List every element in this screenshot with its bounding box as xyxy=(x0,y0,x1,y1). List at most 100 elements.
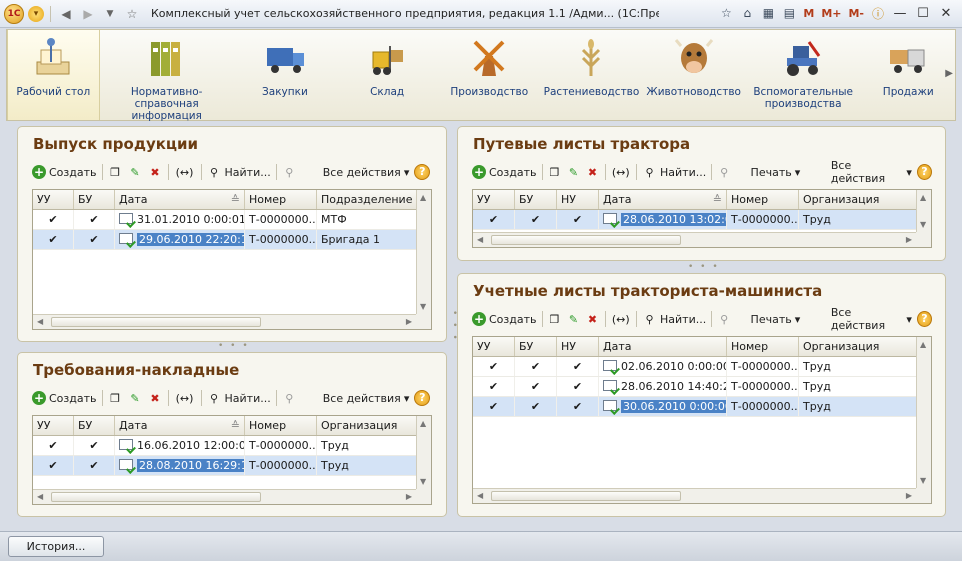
link-button[interactable]: (↔) xyxy=(610,312,631,327)
all-actions-button[interactable]: Все действия ▾ xyxy=(323,392,410,405)
help-icon[interactable]: ? xyxy=(414,390,431,406)
table-row[interactable]: ✔ ✔ 28.08.2010 16:29:11 Т-0000000... Тру… xyxy=(33,456,431,476)
horizontal-scrollbar[interactable]: ◀ ▶ xyxy=(33,314,416,329)
app-logo-icon[interactable]: 1С xyxy=(4,3,24,24)
cancel-search-icon[interactable]: ⚲ xyxy=(282,391,297,406)
column-header[interactable]: НУ xyxy=(557,190,599,209)
vertical-scrollbar[interactable]: ▲ ▼ xyxy=(416,190,431,314)
copy-icon[interactable]: ❐ xyxy=(108,165,123,180)
info-icon[interactable]: ⓘ xyxy=(869,4,887,22)
section-sales[interactable]: Продажи xyxy=(862,30,955,120)
column-header[interactable]: УУ xyxy=(473,337,515,356)
sections-scroll-right-icon[interactable]: ▶ xyxy=(945,68,953,79)
section-reference-info[interactable]: Нормативно-справочная информация xyxy=(100,30,234,122)
column-header[interactable]: Дата ≙ xyxy=(115,190,245,209)
column-header[interactable]: Номер xyxy=(245,416,317,435)
main-menu-icon[interactable]: ▾ xyxy=(28,5,44,22)
forward-arrow-icon[interactable]: ▶ xyxy=(79,5,97,23)
memory-m-button[interactable]: M xyxy=(801,7,816,20)
link-button[interactable]: (↔) xyxy=(174,391,196,406)
close-button[interactable]: ✕ xyxy=(936,4,956,22)
requisitions-table[interactable]: УУ БУ Дата ≙ Номер Организация ✔ ✔ 16.06.… xyxy=(32,415,432,505)
create-button[interactable]: + Создать xyxy=(472,165,537,179)
calculator-icon[interactable]: ▦ xyxy=(759,4,777,22)
history-dropdown-icon[interactable]: ▼ xyxy=(101,5,119,23)
table-row[interactable]: ✔ ✔ ✔ 02.06.2010 0:00:00 Т-0000000... Тр… xyxy=(473,357,931,377)
create-button[interactable]: + Создать xyxy=(32,165,97,179)
delete-icon[interactable]: ✖ xyxy=(148,165,163,180)
memory-plus-button[interactable]: M+ xyxy=(819,7,843,20)
section-purchases[interactable]: Закупки xyxy=(234,30,336,120)
edit-pencil-icon[interactable]: ✎ xyxy=(566,165,580,180)
table-row[interactable]: ✔ ✔ ✔ 28.06.2010 14:40:22 Т-0000000... Т… xyxy=(473,377,931,397)
copy-icon[interactable]: ❐ xyxy=(547,312,561,327)
section-auxiliary-production[interactable]: Вспомогательные производства xyxy=(745,30,862,120)
links-icon[interactable]: ⌂ xyxy=(738,4,756,22)
all-actions-button[interactable]: Все действия ▾ xyxy=(323,166,410,179)
find-button[interactable]: ⚲ Найти... xyxy=(642,165,706,180)
column-header[interactable]: БУ xyxy=(74,190,115,209)
table-row[interactable]: ✔ ✔ ✔ 30.06.2010 0:00:00 Т-0000000... Тр… xyxy=(473,397,931,417)
column-header[interactable]: БУ xyxy=(515,337,557,356)
edit-pencil-icon[interactable]: ✎ xyxy=(128,391,143,406)
find-button[interactable]: ⚲ Найти... xyxy=(207,165,271,180)
delete-icon[interactable]: ✖ xyxy=(586,165,600,180)
section-crop-production[interactable]: Растениеводство xyxy=(540,30,642,120)
maximize-button[interactable]: ☐ xyxy=(913,4,933,22)
horizontal-scrollbar[interactable]: ◀ ▶ xyxy=(473,232,916,247)
memory-minus-button[interactable]: M- xyxy=(846,7,866,20)
create-button[interactable]: + Создать xyxy=(472,312,537,326)
help-icon[interactable]: ? xyxy=(916,311,932,327)
table-row[interactable]: ✔ ✔ ✔ 28.06.2010 13:02:06 Т-0000000... Т… xyxy=(473,210,931,230)
find-button[interactable]: ⚲ Найти... xyxy=(642,312,706,327)
horizontal-scrollbar[interactable]: ◀ ▶ xyxy=(473,488,916,503)
column-header[interactable]: Дата xyxy=(599,337,727,356)
back-arrow-icon[interactable]: ◀ xyxy=(57,5,75,23)
history-button[interactable]: История... xyxy=(8,536,104,557)
column-header[interactable]: БУ xyxy=(74,416,115,435)
column-header[interactable]: Дата ≙ xyxy=(115,416,245,435)
find-button[interactable]: ⚲ Найти... xyxy=(207,391,271,406)
cancel-search-icon[interactable]: ⚲ xyxy=(717,165,731,180)
help-icon[interactable]: ? xyxy=(916,164,932,180)
column-header[interactable]: Организация xyxy=(317,416,418,435)
help-icon[interactable]: ? xyxy=(414,164,431,180)
waybills-table[interactable]: УУ БУ НУ Дата ≙ Номер Организация ✔ ✔ ✔ 2… xyxy=(472,189,932,248)
edit-pencil-icon[interactable]: ✎ xyxy=(128,165,143,180)
table-row[interactable]: ✔ ✔ 31.01.2010 0:00:01 Т-0000000... МТФ xyxy=(33,210,431,230)
delete-icon[interactable]: ✖ xyxy=(148,391,163,406)
column-header[interactable]: Организация xyxy=(799,190,917,209)
column-header[interactable]: Номер xyxy=(727,337,799,356)
column-header[interactable]: УУ xyxy=(473,190,515,209)
section-production[interactable]: Производство xyxy=(438,30,540,120)
column-header[interactable]: УУ xyxy=(33,190,74,209)
column-header[interactable]: НУ xyxy=(557,337,599,356)
all-actions-button[interactable]: Все действия ▾ xyxy=(831,306,912,332)
column-header[interactable]: БУ xyxy=(515,190,557,209)
panel-splitter[interactable]: • • • xyxy=(688,262,720,272)
create-button[interactable]: + Создать xyxy=(32,391,97,405)
print-button[interactable]: Печать ▾ xyxy=(751,166,801,179)
table-row[interactable]: ✔ ✔ 29.06.2010 22:20:13 Т-0000000... Бри… xyxy=(33,230,431,250)
section-livestock[interactable]: Животноводство xyxy=(643,30,745,120)
column-header[interactable]: Подразделение xyxy=(317,190,418,209)
vertical-scrollbar[interactable]: ▲ ▼ xyxy=(916,337,931,488)
column-header[interactable]: Номер xyxy=(245,190,317,209)
add-favorite-icon[interactable]: ☆ xyxy=(717,4,735,22)
vertical-scrollbar[interactable]: ▲ ▼ xyxy=(916,190,931,232)
favorites-star-icon[interactable]: ☆ xyxy=(123,5,141,23)
link-button[interactable]: (↔) xyxy=(174,165,196,180)
output-table[interactable]: УУ БУ Дата ≙ Номер Подразделение ✔ ✔ 31.0… xyxy=(32,189,432,330)
print-button[interactable]: Печать ▾ xyxy=(751,313,801,326)
cancel-search-icon[interactable]: ⚲ xyxy=(717,312,731,327)
calendar-icon[interactable]: ▤ xyxy=(780,4,798,22)
records-table[interactable]: УУ БУ НУ Дата Номер Организация ✔ ✔ ✔ 02… xyxy=(472,336,932,504)
all-actions-button[interactable]: Все действия ▾ xyxy=(831,159,912,185)
section-desktop[interactable]: Рабочий стол xyxy=(7,30,100,120)
table-row[interactable]: ✔ ✔ 16.06.2010 12:00:00 Т-0000000... Тру… xyxy=(33,436,431,456)
horizontal-scrollbar[interactable]: ◀ ▶ xyxy=(33,489,416,504)
column-header[interactable]: Номер xyxy=(727,190,799,209)
link-button[interactable]: (↔) xyxy=(610,165,631,180)
edit-pencil-icon[interactable]: ✎ xyxy=(566,312,580,327)
section-warehouse[interactable]: Склад xyxy=(336,30,438,120)
